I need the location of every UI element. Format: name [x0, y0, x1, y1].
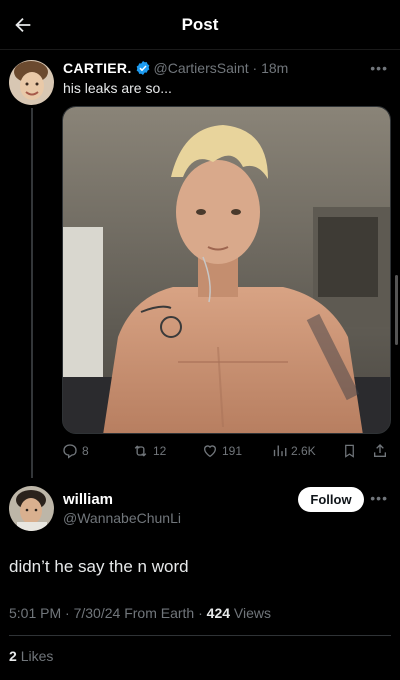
heart-icon: [203, 445, 217, 458]
verified-badge-icon: [135, 60, 151, 79]
avatar-image: [9, 486, 54, 531]
more-options-icon[interactable]: •••: [370, 60, 388, 76]
scrollbar[interactable]: [395, 275, 398, 345]
quoted-post-text: his leaks are so...: [63, 80, 172, 96]
views-chart-icon: [273, 445, 287, 457]
separator-dot: ·: [248, 60, 262, 76]
repost-button[interactable]: 12: [132, 443, 166, 459]
likes-summary[interactable]: 2 Likes: [9, 648, 53, 664]
post-source: From Earth: [124, 605, 195, 621]
follow-button[interactable]: Follow: [298, 487, 364, 512]
post-time[interactable]: 5:01 PM: [9, 605, 61, 621]
post-text: didn’t he say the n word: [9, 557, 189, 576]
views-button[interactable]: 2.6K: [272, 443, 316, 458]
post-date[interactable]: 7/30/24: [74, 605, 121, 621]
reply-button[interactable]: 8: [62, 443, 89, 459]
like-count: 191: [222, 444, 243, 458]
post-actions-bar: 8 12 191 2.6K: [62, 441, 392, 463]
repost-count: 12: [153, 444, 167, 458]
share-icon: [374, 444, 386, 457]
post-media-photo[interactable]: [62, 106, 391, 434]
views-total: 424: [206, 605, 231, 621]
views-label: Views: [233, 605, 272, 621]
likes-label: Likes: [20, 648, 54, 664]
repost-icon: [134, 445, 147, 457]
author-display-name[interactable]: william: [63, 491, 113, 508]
more-options-icon[interactable]: •••: [370, 490, 388, 506]
bookmark-button[interactable]: [342, 443, 357, 459]
author-handle[interactable]: @WannabeChunLi: [63, 510, 181, 526]
avatar-image: [9, 60, 54, 105]
post-meta: 5:01 PM · 7/30/24 From Earth · 424 Views: [9, 605, 272, 621]
views-count: 2.6K: [291, 443, 316, 458]
like-button[interactable]: 191: [202, 443, 242, 459]
thread-line: [31, 108, 33, 478]
avatar[interactable]: [9, 60, 54, 105]
quoted-handle[interactable]: @CartiersSaint: [154, 60, 249, 76]
quoted-post-header: CARTIER. @CartiersSaint · 18m: [63, 60, 288, 79]
quoted-time[interactable]: 18m: [261, 60, 288, 76]
top-bar: Post: [0, 0, 400, 50]
divider: [9, 635, 391, 636]
avatar[interactable]: [9, 486, 54, 531]
reply-icon: [63, 444, 77, 459]
page-title: Post: [181, 15, 219, 34]
likes-total: 2: [9, 648, 17, 664]
photo-image: [63, 107, 390, 433]
bookmark-icon: [345, 444, 354, 458]
quoted-display-name[interactable]: CARTIER.: [63, 60, 132, 76]
share-button[interactable]: [372, 443, 388, 459]
reply-count: 8: [82, 444, 89, 458]
